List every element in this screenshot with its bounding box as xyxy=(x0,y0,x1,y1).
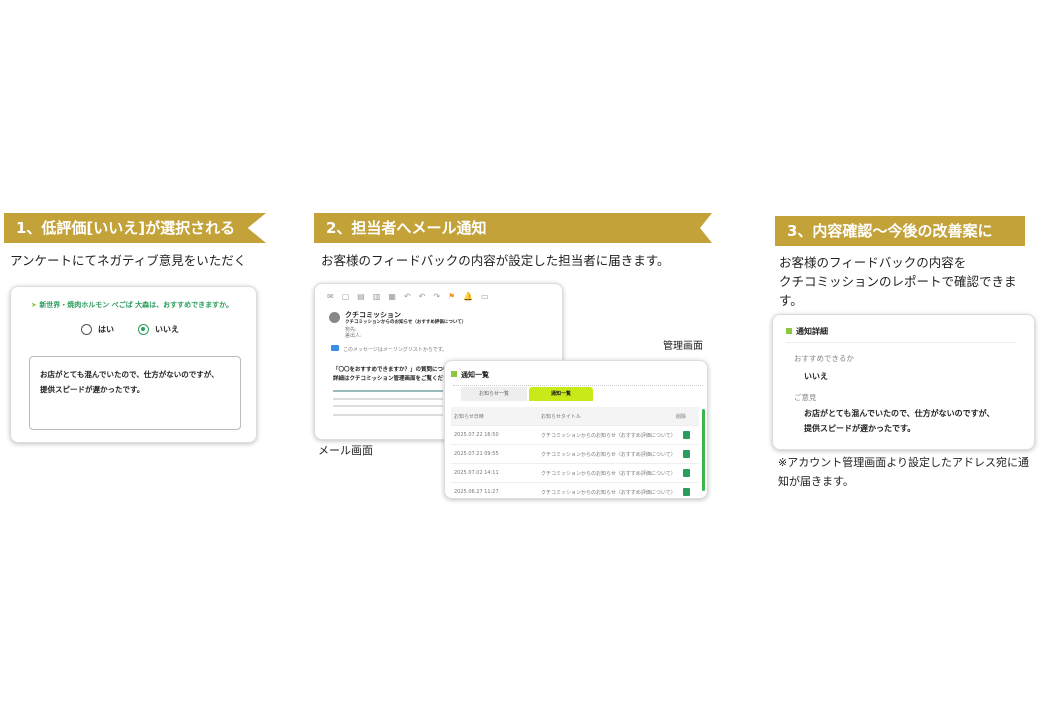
mail-subject: クチコミッションからのお知らせ（おすすめ評価について） xyxy=(345,320,467,325)
question-value: いいえ xyxy=(804,372,828,381)
comment-line: お店がとても混んでいたので、仕方がないのですが、 xyxy=(804,409,995,418)
trash-icon[interactable] xyxy=(683,431,690,439)
divider xyxy=(786,342,1016,343)
row-date: 2025.06.27 11:27 xyxy=(454,489,499,495)
comment-line: 提供スピードが遅かったです。 xyxy=(40,385,145,394)
trash-icon[interactable] xyxy=(683,469,690,477)
row-date: 2025.07.22 16:50 xyxy=(454,432,499,438)
admin-title-text: 通知一覧 xyxy=(461,371,489,379)
comment-label: ご意見 xyxy=(794,393,817,402)
radio-yes[interactable]: はい xyxy=(81,324,114,335)
mail-text-line xyxy=(333,405,443,407)
survey-question: ➤ 新世界・焼肉ホルモン べごば 大森は、おすすめできますか。 xyxy=(31,300,233,310)
tab-notifications[interactable]: 通知一覧 xyxy=(529,387,593,401)
comment-line: 提供スピードが遅かったです。 xyxy=(804,424,916,433)
step3-note: ※アカウント管理画面より設定したアドレス宛に通 知が届きます。 xyxy=(778,453,1029,491)
step3-banner: 3、内容確認〜今後の改善案に xyxy=(775,216,1025,246)
row-title: クチコミッションからのお知らせ（おすすめ評価について） xyxy=(541,451,676,458)
step1-banner: 1、低評価[いいえ]が選択される xyxy=(4,213,266,243)
column-header: お知らせタイトル xyxy=(541,413,581,420)
mail-link[interactable] xyxy=(333,390,443,392)
scrollbar[interactable] xyxy=(702,409,705,491)
table-row[interactable]: 2025.07.02 14:11 クチコミッションからのお知らせ（おすすめ評価につ… xyxy=(451,464,699,483)
radio-no-label: いいえ xyxy=(155,325,179,334)
mail-from: 差出人: xyxy=(345,333,362,339)
comment-value: お店がとても混んでいたので、仕方がないのですが、 提供スピードが遅かったです。 xyxy=(804,406,994,436)
admin-title: 通知一覧 xyxy=(451,370,489,380)
square-icon xyxy=(451,371,457,377)
table-row[interactable]: 2025.07.21 09:55 クチコミッションからのお知らせ（おすすめ評価につ… xyxy=(451,445,699,464)
desc-line: お客様のフィードバックの内容を xyxy=(779,255,967,270)
step1-description: アンケートにてネガティブ意見をいただく xyxy=(10,253,247,268)
row-title: クチコミッションからのお知らせ（おすすめ評価について） xyxy=(541,489,676,496)
radio-yes-label: はい xyxy=(98,325,114,334)
trash-icon[interactable] xyxy=(683,450,690,458)
square-icon xyxy=(786,328,792,334)
question-text: 新世界・焼肉ホルモン べごば 大森は、おすすめできますか。 xyxy=(39,301,234,309)
radio-no[interactable]: いいえ xyxy=(138,324,179,335)
desc-line: クチコミッションのレポートで確認できま xyxy=(779,274,1017,289)
table-row[interactable]: 2025.06.27 11:27 クチコミッションからのお知らせ（おすすめ評価につ… xyxy=(451,483,699,502)
row-date: 2025.07.02 14:11 xyxy=(454,470,499,476)
question-label: おすすめできるか xyxy=(794,354,854,363)
row-title: クチコミッションからのお知らせ（おすすめ評価について） xyxy=(541,432,676,439)
column-header: 削除 xyxy=(676,413,687,420)
survey-card: ➤ 新世界・焼肉ホルモン べごば 大森は、おすすめできますか。 はい いいえ お… xyxy=(10,286,257,443)
admin-screen: 通知一覧 お知らせ一覧 通知一覧 お知らせ日時 お知らせタイトル 削除 2025.0… xyxy=(444,360,708,502)
info-icon xyxy=(331,345,339,351)
step2-description: お客様のフィードバックの内容が設定した担当者に届きます。 xyxy=(321,253,670,268)
sender-avatar xyxy=(329,312,340,323)
detail-title-text: 通知詳細 xyxy=(796,327,828,336)
note-line: 知が届きます。 xyxy=(778,475,854,488)
mail-toolbar-icons: ✉▢▤▥▦↶↶↷⚑🔔▭ xyxy=(327,292,497,301)
radio-checked-icon xyxy=(138,324,149,335)
detail-title: 通知詳細 xyxy=(786,326,828,337)
trash-icon[interactable] xyxy=(683,488,690,496)
column-header: お知らせ日時 xyxy=(454,413,484,420)
admin-caption: 管理画面 xyxy=(663,341,703,352)
mail-notice: このメッセージはメーリングリストからです。 xyxy=(343,347,448,353)
detail-card: 通知詳細 おすすめできるか いいえ ご意見 お店がとても混んでいたので、仕方がな… xyxy=(772,314,1035,450)
note-line: ※アカウント管理画面より設定したアドレス宛に通 xyxy=(778,456,1029,469)
step2-banner: 2、担当者へメール通知 xyxy=(314,213,712,243)
mail-text-line xyxy=(333,414,443,416)
comment-line: お店がとても混んでいたので、仕方がないのですが、 xyxy=(40,370,219,379)
notification-table: お知らせ日時 お知らせタイトル 削除 2025.07.22 16:50 クチコミッショ… xyxy=(451,407,699,502)
table-row[interactable]: 2025.07.22 16:50 クチコミッションからのお知らせ（おすすめ評価につ… xyxy=(451,426,699,445)
step3-description: お客様のフィードバックの内容を クチコミッションのレポートで確認できま す。 xyxy=(779,253,1017,310)
mail-caption: メール画面 xyxy=(318,444,373,457)
tab-notices[interactable]: お知らせ一覧 xyxy=(461,387,527,401)
desc-line: す。 xyxy=(779,293,803,308)
mail-text-line xyxy=(333,398,443,400)
row-title: クチコミッションからのお知らせ（おすすめ評価について） xyxy=(541,470,676,477)
divider xyxy=(453,385,703,386)
radio-icon xyxy=(81,324,92,335)
comment-textarea[interactable]: お店がとても混んでいたので、仕方がないのですが、 提供スピードが遅かったです。 xyxy=(29,356,241,430)
row-date: 2025.07.21 09:55 xyxy=(454,451,499,457)
